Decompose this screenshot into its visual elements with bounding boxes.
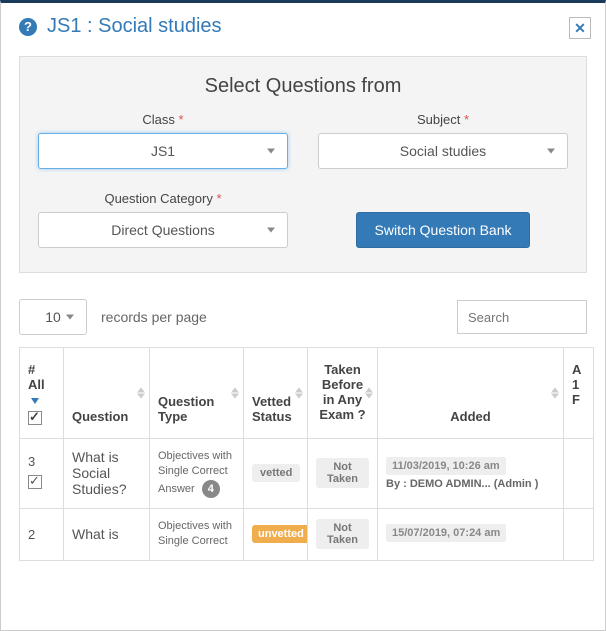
vetted-cell: unvetted xyxy=(244,508,308,560)
type-cell: Objectives with Single Correct Answer 4 xyxy=(150,439,244,509)
col-number[interactable]: # All xyxy=(20,348,64,439)
class-label: Class * xyxy=(38,112,288,127)
col-type[interactable]: Question Type xyxy=(150,348,244,439)
chevron-down-icon xyxy=(267,228,275,233)
table-controls: 10 records per page xyxy=(19,299,587,335)
row-number-cell: 3 xyxy=(20,439,64,509)
taken-cell: Not Taken xyxy=(308,508,378,560)
page-size-select[interactable]: 10 xyxy=(19,299,87,335)
col-extra[interactable]: A1F xyxy=(564,348,594,439)
table-row: 3 What is Social Studies? Objectives wit… xyxy=(20,439,594,509)
vetted-badge: vetted xyxy=(252,464,300,482)
class-select-value: JS1 xyxy=(151,143,175,159)
page-size-value: 10 xyxy=(45,309,61,325)
help-icon[interactable]: ? xyxy=(19,18,37,36)
chevron-down-icon xyxy=(66,315,74,320)
questions-table: # All Question Question Type Vetted Stat… xyxy=(19,347,594,561)
switch-question-bank-button[interactable]: Switch Question Bank xyxy=(356,212,531,248)
type-cell: Objectives with Single Correct xyxy=(150,508,244,560)
chevron-down-icon xyxy=(267,149,275,154)
category-select[interactable]: Direct Questions xyxy=(38,212,288,248)
panel-title: Select Questions from xyxy=(38,75,568,98)
subject-label: Subject * xyxy=(318,112,568,127)
close-button[interactable]: ✕ xyxy=(569,17,591,39)
col-question[interactable]: Question xyxy=(64,348,150,439)
sort-down-icon xyxy=(31,398,39,404)
subject-select[interactable]: Social studies xyxy=(318,133,568,169)
taken-badge: Not Taken xyxy=(316,519,369,549)
table-row: 2 What is Objectives with Single Correct… xyxy=(20,508,594,560)
close-icon: ✕ xyxy=(574,20,586,36)
added-cell: 11/03/2019, 10:26 am By : DEMO ADMIN... … xyxy=(378,439,564,509)
modal-header: ? JS1 : Social studies ✕ xyxy=(1,3,605,56)
select-all-checkbox[interactable] xyxy=(28,411,42,425)
taken-badge: Not Taken xyxy=(316,458,369,488)
unvetted-badge: unvetted xyxy=(252,525,308,543)
page-title: JS1 : Social studies xyxy=(47,15,222,38)
records-per-page-label: records per page xyxy=(101,309,207,325)
chevron-down-icon xyxy=(547,149,555,154)
question-cell: What is xyxy=(64,508,150,560)
modal: ? JS1 : Social studies ✕ Select Question… xyxy=(0,0,606,631)
category-label: Question Category * xyxy=(38,191,288,206)
subject-select-value: Social studies xyxy=(400,143,486,159)
row-checkbox[interactable] xyxy=(28,475,42,489)
question-cell: What is Social Studies? xyxy=(64,439,150,509)
extra-cell xyxy=(564,439,594,509)
col-vetted[interactable]: Vetted Status xyxy=(244,348,308,439)
taken-cell: Not Taken xyxy=(308,439,378,509)
added-cell: 15/07/2019, 07:24 am xyxy=(378,508,564,560)
search-input[interactable] xyxy=(457,300,587,334)
row-number-cell: 2 xyxy=(20,508,64,560)
vetted-cell: vetted xyxy=(244,439,308,509)
extra-cell xyxy=(564,508,594,560)
col-taken[interactable]: Taken Before in Any Exam ? xyxy=(308,348,378,439)
category-select-value: Direct Questions xyxy=(111,222,214,238)
count-badge: 4 xyxy=(202,480,220,498)
filter-panel: Select Questions from Class * JS1 Subjec… xyxy=(19,56,587,273)
class-select[interactable]: JS1 xyxy=(38,133,288,169)
col-added[interactable]: Added xyxy=(378,348,564,439)
